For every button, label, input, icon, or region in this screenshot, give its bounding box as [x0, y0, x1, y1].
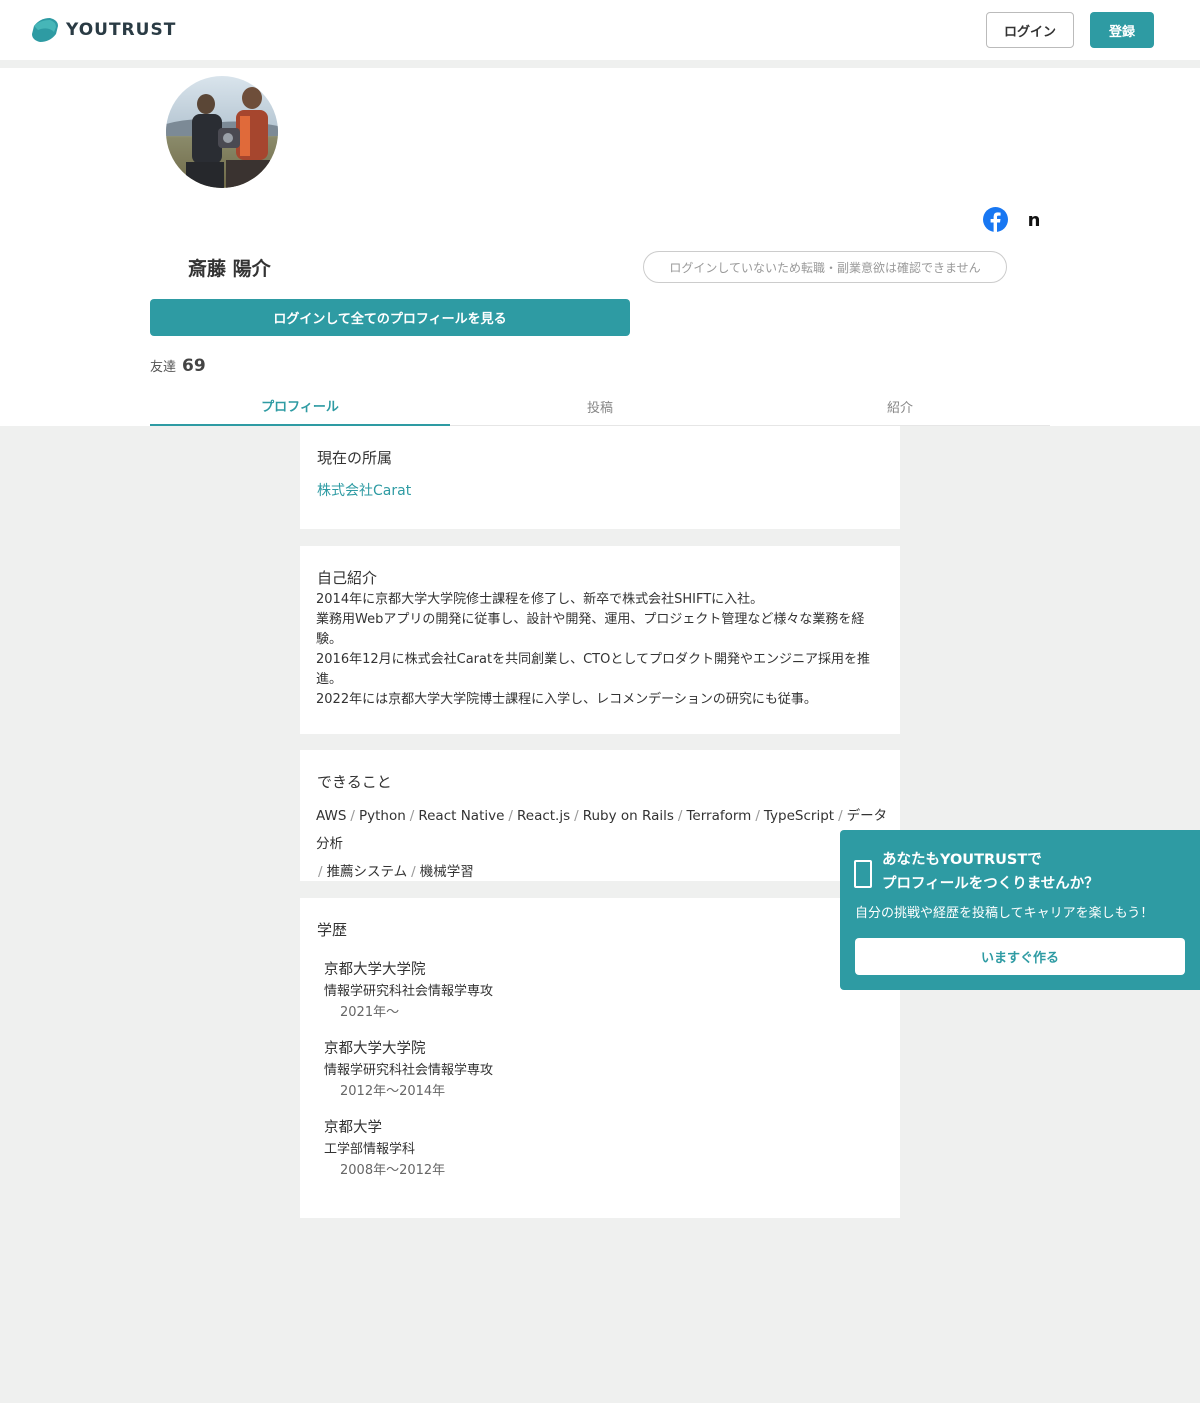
- skills-card: できること AWS / Python / React Native / React.js / R…: [300, 750, 900, 881]
- smartphone-icon: [854, 860, 872, 888]
- skill-tag: Ruby on Rails: [582, 808, 674, 824]
- affiliation-card: 現在の所属 株式会社Carat: [300, 426, 900, 529]
- education-item: 京都大学大学院 情報学研究科社会情報学専攻 2021年〜: [324, 959, 493, 1023]
- promo-subtitle: 自分の挑戦や経歴を投稿してキャリアを楽しもう！: [855, 906, 1154, 921]
- skills-list: AWS / Python / React Native / React.js / Ruby on…: [316, 802, 891, 886]
- intro-line: 2022年には京都大学大学院博士課程に入学し、レコメンデーションの研究にも従事。: [316, 692, 817, 707]
- profile-name: 斎藤 陽介: [188, 258, 271, 280]
- skill-tag: Python: [358, 808, 406, 824]
- education-school: 京都大学大学院: [324, 962, 426, 978]
- skill-separator: /: [838, 808, 843, 824]
- skill-separator: /: [755, 808, 760, 824]
- signup-promo-banner: あなたもYOUTRUSTで プロフィールをつくりませんか？ 自分の挑戦や経歴を投…: [840, 830, 1200, 990]
- friends-count: 69: [182, 356, 206, 376]
- education-item: 京都大学大学院 情報学研究科社会情報学専攻 2012年〜2014年: [324, 1038, 493, 1102]
- skill-separator: /: [677, 808, 683, 824]
- education-title: 学歴: [317, 921, 348, 939]
- tab-referrals[interactable]: 紹介: [750, 386, 1050, 426]
- affiliation-title: 現在の所属: [317, 449, 393, 467]
- skill-tag: React.js: [516, 808, 571, 824]
- profile-tabs: プロフィール 投稿 紹介: [150, 386, 1050, 426]
- view-full-profile-button[interactable]: ログインして全てのプロフィールを見る: [150, 299, 630, 336]
- skill-separator: /: [574, 808, 579, 824]
- skill-tag: 機械学習: [419, 864, 474, 880]
- education-period: 2008年〜2012年: [340, 1163, 446, 1178]
- skill-separator: /: [409, 808, 415, 824]
- avatar-photo: [166, 76, 278, 188]
- promo-title-line: プロフィールをつくりませんか？: [882, 876, 1099, 892]
- skill-tag: Terraform: [686, 808, 752, 824]
- profile-header: n 斎藤 陽介 ログインしていないため転職・副業意欲は確認できません ログインし…: [0, 68, 1200, 426]
- friends-count-link[interactable]: 友達 69: [150, 356, 206, 376]
- promo-title: あなたもYOUTRUSTで プロフィールをつくりませんか？: [882, 848, 1099, 896]
- skill-separator: /: [318, 864, 323, 880]
- create-profile-button[interactable]: いますぐ作る: [855, 938, 1185, 975]
- self-intro-card: 自己紹介 2014年に京都大学大学院修士課程を修了し、新卒で株式会社SHIFTに…: [300, 546, 900, 734]
- intro-line: 2014年に京都大学大学院修士課程を修了し、新卒で株式会社SHIFTに入社。: [316, 592, 764, 607]
- skill-tag: TypeScript: [763, 808, 835, 824]
- education-period: 2021年〜: [340, 1005, 400, 1020]
- education-dept: 情報学研究科社会情報学専攻: [324, 984, 494, 999]
- education-dept: 工学部情報学科: [324, 1142, 416, 1157]
- note-icon[interactable]: n: [1022, 208, 1046, 232]
- self-intro-title: 自己紹介: [317, 569, 378, 587]
- login-button[interactable]: ログイン: [986, 12, 1074, 48]
- company-link[interactable]: 株式会社Carat: [317, 480, 411, 500]
- logo-text: YOUTRUST: [66, 20, 177, 40]
- education-school: 京都大学大学院: [324, 1041, 426, 1057]
- skills-title: できること: [317, 773, 392, 791]
- tab-profile[interactable]: プロフィール: [150, 386, 450, 426]
- skill-separator: /: [508, 808, 513, 824]
- skill-tag: 推薦システム: [326, 864, 408, 880]
- skill-separator: /: [411, 864, 416, 880]
- status-notice: ログインしていないため転職・副業意欲は確認できません: [643, 251, 1007, 283]
- skill-tag: React Native: [418, 808, 505, 824]
- logo[interactable]: YOUTRUST: [30, 16, 176, 44]
- education-card: 学歴 京都大学大学院 情報学研究科社会情報学専攻 2021年〜 京都大学大学院 …: [300, 898, 900, 1218]
- education-school: 京都大学: [324, 1120, 382, 1136]
- education-period: 2012年〜2014年: [340, 1084, 446, 1099]
- facebook-icon[interactable]: [983, 207, 1008, 232]
- site-header: YOUTRUST ログイン 登録: [0, 0, 1200, 60]
- skill-separator: /: [350, 808, 355, 824]
- friends-label: 友達: [150, 360, 177, 375]
- logo-mark-icon: [32, 18, 58, 42]
- intro-line: 2016年12月に株式会社Caratを共同創業し、CTOとしてプロダクト開発やエ…: [316, 652, 870, 687]
- tab-posts[interactable]: 投稿: [450, 386, 750, 426]
- education-item: 京都大学 工学部情報学科 2008年〜2012年: [324, 1117, 445, 1181]
- skill-tag: AWS: [316, 808, 347, 824]
- register-button[interactable]: 登録: [1090, 12, 1154, 48]
- avatar: [166, 76, 278, 188]
- self-intro-text: 2014年に京都大学大学院修士課程を修了し、新卒で株式会社SHIFTに入社。 業…: [316, 590, 886, 710]
- intro-line: 業務用Webアプリの開発に従事し、設計や開発、運用、プロジェクト管理など様々な業…: [316, 612, 865, 647]
- education-dept: 情報学研究科社会情報学専攻: [324, 1063, 494, 1078]
- promo-title-line: あなたもYOUTRUSTで: [882, 852, 1042, 868]
